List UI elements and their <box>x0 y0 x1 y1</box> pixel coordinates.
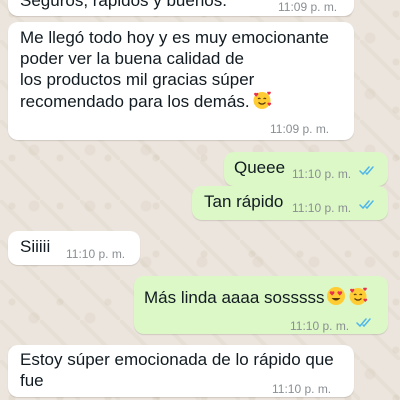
read-receipt-double-check-icon <box>359 200 374 210</box>
message-time: 11:09 p. m. <box>270 122 330 136</box>
smiling-face-with-hearts-emoji <box>253 91 271 109</box>
message-time: 11:10 p. m. <box>292 201 352 215</box>
message-bubble-outgoing[interactable]: Queee 11:10 p. m. <box>224 152 388 186</box>
smiling-face-with-hearts-emoji <box>349 287 368 305</box>
message-text: Queee <box>234 158 286 177</box>
message-time: 11:10 p. m. <box>292 167 352 181</box>
read-receipt-double-check-icon <box>356 318 371 328</box>
message-time: 11:09 p. m. <box>278 0 338 14</box>
message-bubble-incoming[interactable]: Estoy súper emocionada de lo rápido que … <box>8 345 354 397</box>
message-bubble-outgoing[interactable]: Tan rápido 11:10 p. m. <box>192 186 388 220</box>
message-text: Seguros, rápidos y buenos. <box>20 0 227 10</box>
message-time: 11:10 p. m. <box>66 247 126 261</box>
message-time: 11:10 p. m. <box>290 319 350 333</box>
heart-eyes-emoji <box>327 287 346 305</box>
message-bubble-incoming[interactable]: Me llegó todo hoy y es muy emocionante p… <box>8 22 354 140</box>
message-text: Más linda aaaa sosssss <box>144 286 368 308</box>
read-receipt-double-check-icon <box>359 166 374 176</box>
message-text: Tan rápido <box>204 192 284 211</box>
message-time: 11:10 p. m. <box>272 382 332 396</box>
message-bubble-incoming[interactable]: Siiiii 11:10 p. m. <box>8 231 140 265</box>
message-bubble-incoming[interactable]: Seguros, rápidos y buenos. 11:09 p. m. <box>8 0 354 16</box>
message-text: Me llegó todo hoy y es muy emocionante p… <box>20 28 330 111</box>
message-text: Siiiii <box>20 237 51 256</box>
message-bubble-outgoing[interactable]: Más linda aaaa sosssss 11:10 p. m. <box>134 276 388 334</box>
